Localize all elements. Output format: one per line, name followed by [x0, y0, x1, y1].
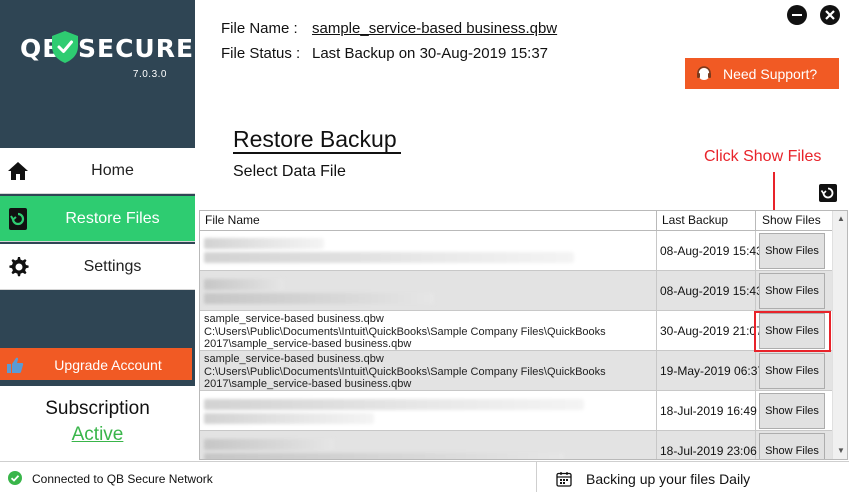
redacted-text [204, 293, 434, 304]
sidebar-item-settings[interactable]: Settings [0, 244, 195, 290]
network-status-text: Connected to QB Secure Network [32, 472, 213, 486]
last-backup-cell: 08-Aug-2019 15:43 [657, 271, 763, 311]
sidebar-item-label: Restore Files [65, 210, 160, 227]
table-row[interactable]: sample_service-based business.qbw C:\Use… [200, 351, 833, 391]
subscription-panel: Subscription Active [0, 386, 195, 460]
need-support-button[interactable]: Need Support? [685, 58, 839, 89]
check-circle-icon [8, 471, 22, 485]
show-files-cell: Show Files [756, 431, 833, 459]
column-header-last-backup[interactable]: Last Backup [657, 211, 756, 230]
sidebar-item-home[interactable]: Home [0, 148, 195, 194]
sidebar-item-restore-files[interactable]: Restore Files [0, 196, 195, 242]
need-support-label: Need Support? [723, 66, 818, 82]
file-name-cell [200, 231, 657, 271]
last-backup-cell: 19-May-2019 06:37 [657, 351, 764, 391]
table-row[interactable]: sample_service-based business.qbw C:\Use… [200, 311, 833, 351]
subscription-title: Subscription [45, 398, 150, 419]
app-logo: QB SECURE [20, 30, 193, 66]
file-name-cell [200, 391, 657, 431]
file-path-line: C:\Users\Public\Documents\Intuit\QuickBo… [204, 325, 606, 338]
thumbs-up-icon [7, 357, 24, 373]
show-files-cell: Show Files [756, 231, 833, 271]
redacted-text [204, 453, 564, 459]
table-header: File Name Last Backup Show Files [200, 211, 833, 231]
vertical-scrollbar[interactable]: ▲ ▼ [832, 211, 847, 459]
redacted-text [204, 279, 284, 290]
restore-icon [9, 208, 27, 230]
column-header-show-files[interactable]: Show Files [756, 211, 829, 230]
sidebar-item-label: Settings [83, 258, 142, 275]
logo-text-right: SECURE [78, 34, 195, 63]
sidebar: QB SECURE 7.0.3.0 Home Restore Files Set… [0, 0, 195, 460]
file-name-line: sample_service-based business.qbw [204, 353, 384, 365]
status-bar: Connected to QB Secure Network Backing u… [0, 461, 849, 492]
redacted-text [204, 238, 324, 249]
calendar-icon [556, 472, 572, 487]
file-path-line: 2017\sample_service-based business.qbw [204, 338, 412, 350]
show-files-cell: Show Files [756, 351, 833, 391]
logo-area: QB SECURE 7.0.3.0 [0, 0, 195, 95]
file-path-line: C:\Users\Public\Documents\Intuit\QuickBo… [204, 365, 606, 378]
file-name-line: sample_service-based business.qbw [204, 313, 384, 325]
minimize-button[interactable] [787, 5, 807, 25]
last-backup-cell: 30-Aug-2019 21:07 [657, 311, 763, 351]
redacted-text [204, 413, 374, 424]
minimize-icon [792, 14, 802, 16]
file-name-value: sample_service-based business.qbw [312, 20, 558, 37]
show-files-button[interactable]: Show Files [759, 313, 825, 349]
show-files-button[interactable]: Show Files [759, 233, 825, 269]
upgrade-account-label: Upgrade Account [54, 357, 162, 373]
redacted-text [204, 439, 334, 450]
gear-icon [9, 257, 29, 277]
sidebar-item-label: Home [91, 162, 134, 179]
home-icon [8, 162, 28, 180]
file-status-label: File Status : [221, 45, 301, 62]
page-title: Restore Backup [233, 126, 401, 154]
file-name-label: File Name : [221, 20, 298, 37]
page-subtitle: Select Data File [233, 163, 346, 180]
table-row[interactable]: 08-Aug-2019 15:43 Show Files [200, 271, 833, 311]
table-row[interactable]: 18-Jul-2019 16:49 Show Files [200, 391, 833, 431]
show-files-button[interactable]: Show Files [759, 433, 825, 459]
redacted-text [204, 399, 584, 410]
subscription-status-link[interactable]: Active [0, 424, 195, 446]
close-button[interactable] [820, 5, 840, 25]
backup-schedule-text: Backing up your files Daily [586, 471, 751, 487]
show-files-cell: Show Files [756, 311, 833, 351]
last-backup-cell: 18-Jul-2019 23:06 [657, 431, 757, 459]
file-name-cell [200, 271, 657, 311]
headset-icon [697, 66, 711, 80]
show-files-cell: Show Files [756, 391, 833, 431]
table-row[interactable]: 08-Aug-2019 15:43 Show Files [200, 231, 833, 271]
app-window: QB SECURE 7.0.3.0 Home Restore Files Set… [0, 0, 849, 492]
table-row[interactable]: 18-Jul-2019 23:06 Show Files [200, 431, 833, 459]
file-path-line: 2017\sample_service-based business.qbw [204, 378, 412, 390]
last-backup-cell: 18-Jul-2019 16:49 [657, 391, 757, 431]
close-icon [825, 10, 835, 20]
show-files-cell: Show Files [756, 271, 833, 311]
show-files-button[interactable]: Show Files [759, 273, 825, 309]
scroll-up-icon[interactable]: ▲ [836, 214, 846, 224]
file-name-cell [200, 431, 657, 459]
backup-files-table: File Name Last Backup Show Files 08-Aug-… [199, 210, 848, 460]
column-header-file-name[interactable]: File Name [200, 211, 657, 230]
redacted-text [204, 252, 574, 263]
hint-annotation: Click Show Files [704, 148, 822, 165]
upgrade-account-button[interactable]: Upgrade Account [0, 348, 192, 380]
shield-check-icon [52, 31, 78, 63]
file-status-value: Last Backup on 30-Aug-2019 15:37 [312, 45, 549, 62]
show-files-button[interactable]: Show Files [759, 393, 825, 429]
file-name-cell: sample_service-based business.qbw C:\Use… [200, 311, 657, 351]
status-divider [536, 462, 537, 492]
scroll-down-icon[interactable]: ▼ [836, 446, 846, 456]
app-version: 7.0.3.0 [132, 69, 167, 80]
show-files-button[interactable]: Show Files [759, 353, 825, 389]
last-backup-cell: 08-Aug-2019 15:43 [657, 231, 763, 271]
refresh-icon[interactable] [819, 184, 837, 202]
file-name-cell: sample_service-based business.qbw C:\Use… [200, 351, 657, 391]
